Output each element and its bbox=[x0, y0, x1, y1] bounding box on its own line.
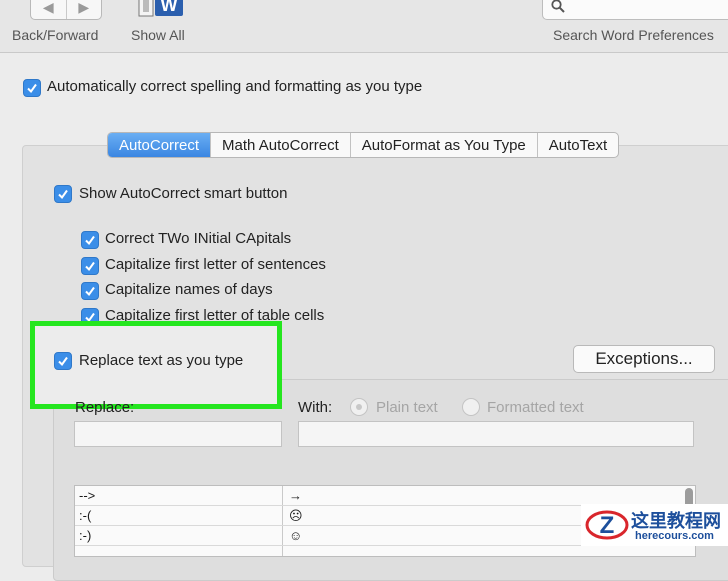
with-cell: → bbox=[289, 488, 302, 503]
option-checkbox[interactable] bbox=[81, 257, 99, 275]
tab-bar: AutoCorrect Math AutoCorrect AutoFormat … bbox=[107, 132, 620, 158]
tab-math-autocorrect[interactable]: Math AutoCorrect bbox=[210, 133, 350, 157]
replace-cell: :-( bbox=[79, 508, 92, 523]
replace-cell: --> bbox=[79, 488, 96, 503]
watermark-url: herecours.com bbox=[635, 530, 714, 542]
forward-icon[interactable]: ▶ bbox=[65, 0, 102, 19]
with-field-label: With: bbox=[298, 399, 333, 416]
svg-text:W: W bbox=[161, 0, 178, 15]
replace-field-label: Replace: bbox=[75, 399, 135, 416]
auto-correct-label: Automatically correct spelling and forma… bbox=[47, 78, 423, 95]
option-label: Capitalize names of days bbox=[105, 281, 273, 298]
tab-autoformat[interactable]: AutoFormat as You Type bbox=[349, 133, 537, 157]
watermark: Z 这里教程网 herecours.com bbox=[581, 504, 728, 546]
option-checkbox[interactable] bbox=[81, 231, 99, 249]
with-cell: ☺ bbox=[289, 528, 303, 543]
replace-cell: :-) bbox=[79, 528, 92, 543]
watermark-logo-icon: Z bbox=[585, 510, 629, 540]
plain-text-label: Plain text bbox=[376, 399, 438, 416]
tab-autocorrect[interactable]: AutoCorrect bbox=[108, 133, 211, 157]
formatted-text-radio[interactable] bbox=[462, 398, 480, 416]
with-cell: ☹ bbox=[289, 508, 303, 523]
back-forward-control[interactable]: ◀ ▶ bbox=[30, 0, 102, 20]
auto-correct-checkbox[interactable] bbox=[23, 79, 41, 97]
svg-text:Z: Z bbox=[600, 512, 615, 539]
formatted-text-label: Formatted text bbox=[487, 399, 584, 416]
replace-input[interactable] bbox=[74, 421, 282, 447]
search-label: Search Word Preferences bbox=[553, 27, 714, 43]
smart-button-label: Show AutoCorrect smart button bbox=[79, 185, 288, 202]
option-checkbox[interactable] bbox=[81, 282, 99, 300]
replace-text-label: Replace text as you type bbox=[79, 352, 244, 369]
preferences-toolbar: ◀ ▶ Back/Forward W Show All Search Word … bbox=[0, 0, 728, 53]
tab-autotext[interactable]: AutoText bbox=[536, 133, 618, 157]
autocorrect-pane: Automatically correct spelling and forma… bbox=[0, 53, 728, 581]
back-forward-label: Back/Forward bbox=[12, 27, 99, 43]
smart-button-checkbox[interactable] bbox=[54, 185, 72, 203]
option-label: Capitalize first letter of sentences bbox=[105, 256, 326, 273]
search-icon bbox=[551, 0, 565, 13]
option-label: Correct TWo INitial CApitals bbox=[105, 230, 292, 247]
replace-text-checkbox[interactable] bbox=[54, 352, 72, 370]
back-icon[interactable]: ◀ bbox=[31, 0, 66, 19]
search-input[interactable] bbox=[542, 0, 728, 20]
with-input[interactable] bbox=[298, 421, 694, 447]
show-all-icon[interactable]: W bbox=[137, 0, 187, 18]
show-all-label: Show All bbox=[131, 27, 185, 43]
plain-text-radio[interactable] bbox=[350, 398, 368, 416]
exceptions-button[interactable]: Exceptions... bbox=[573, 345, 715, 373]
table-row[interactable]: --> → bbox=[75, 486, 682, 506]
